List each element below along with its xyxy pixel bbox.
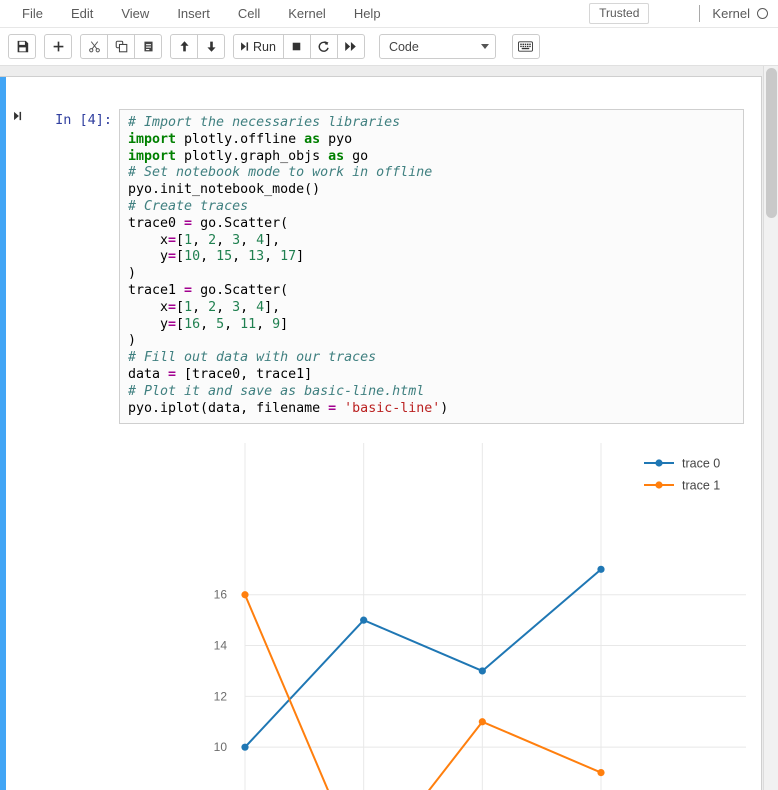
copy-cells-button[interactable]: [107, 34, 135, 59]
menu-bar: File Edit View Insert Cell Kernel Help T…: [0, 0, 778, 28]
legend-label-1: trace 1: [682, 479, 720, 493]
cell-prompt-row: In [4]: # Import the necessaries librari…: [6, 77, 761, 425]
menu-insert[interactable]: Insert: [163, 1, 224, 27]
restart-and-run-all-button[interactable]: [336, 34, 365, 59]
series-line-1: [244, 593, 602, 790]
insert-cell-below-button[interactable]: [44, 34, 72, 59]
menu-help[interactable]: Help: [340, 1, 395, 27]
kernel-idle-circle-icon[interactable]: [757, 8, 768, 19]
toolbar-group-move: [170, 34, 225, 59]
series-marker: [597, 565, 605, 573]
cell-input-prompt: In [4]:: [55, 112, 112, 128]
run-button-label: Run: [253, 39, 276, 54]
menu-kernel[interactable]: Kernel: [274, 1, 340, 27]
menu-cell[interactable]: Cell: [224, 1, 274, 27]
move-cell-down-button[interactable]: [197, 34, 225, 59]
plot-y-tick-labels: 161412108: [214, 588, 228, 754]
run-cell-button[interactable]: Run: [233, 34, 284, 59]
chevron-down-icon: [480, 44, 489, 49]
vertical-scrollbar[interactable]: [763, 66, 778, 790]
series-marker: [478, 718, 486, 726]
toolbar-group-run: Run: [233, 34, 365, 59]
keyboard-icon: [518, 41, 534, 52]
paste-cells-button[interactable]: [134, 34, 162, 59]
move-cell-up-button[interactable]: [170, 34, 198, 59]
series-marker: [241, 591, 249, 599]
restart-kernel-button[interactable]: [309, 34, 338, 59]
series-marker: [597, 768, 605, 777]
notebook-scroll-area: In [4]: # Import the necessaries librari…: [0, 66, 778, 790]
fast-forward-icon: [345, 42, 357, 51]
stop-icon: [293, 42, 301, 51]
series-marker: [360, 616, 368, 624]
cell-type-value: Code: [388, 39, 419, 54]
legend-label-0: trace 0: [682, 457, 720, 471]
plot-gridlines: [244, 443, 746, 790]
run-cell-icon[interactable]: [12, 109, 34, 424]
interrupt-kernel-button[interactable]: [282, 34, 311, 59]
legend-marker-0: [655, 459, 663, 467]
menubar-divider: [699, 5, 701, 22]
y-axis-tick-label: 10: [214, 740, 228, 754]
y-axis-tick-label: 12: [214, 689, 228, 703]
legend-marker-1: [655, 481, 663, 489]
trusted-badge[interactable]: Trusted: [589, 3, 650, 24]
y-axis-tick-label: 14: [214, 639, 228, 653]
plot-canvas: 161412108 trace 0trace 1: [214, 443, 746, 790]
menu-edit[interactable]: Edit: [57, 1, 107, 27]
plot-series-layer: [241, 565, 605, 790]
menu-view[interactable]: View: [107, 1, 163, 27]
save-button[interactable]: [8, 34, 36, 59]
y-axis-tick-label: 16: [214, 588, 228, 602]
cell-type-select[interactable]: Code: [378, 34, 496, 59]
menu-file[interactable]: File: [8, 1, 57, 27]
plot-legend[interactable]: trace 0 trace 1: [644, 457, 720, 493]
code-cell[interactable]: In [4]: # Import the necessaries librari…: [6, 77, 761, 425]
cut-cells-button[interactable]: [80, 34, 108, 59]
toolbar-group-save: [8, 34, 36, 59]
menubar-right-group: Trusted Kernel: [589, 3, 778, 24]
toolbar-group-clipboard: [80, 34, 162, 59]
kernel-name-label: Kernel: [712, 6, 750, 21]
toolbar-group-insert: [44, 34, 72, 59]
restart-icon: [319, 41, 330, 52]
series-marker: [241, 743, 249, 751]
notebook-toolbar: Run Code: [0, 28, 778, 66]
vertical-scrollbar-thumb[interactable]: [766, 68, 777, 218]
series-marker: [478, 667, 486, 675]
code-source: # Import the necessaries libraries impor…: [128, 115, 449, 416]
toolbar-group-palette: [511, 34, 540, 59]
notebook-page: In [4]: # Import the necessaries librari…: [0, 76, 762, 790]
command-palette-button[interactable]: [511, 34, 540, 59]
plotly-figure[interactable]: 161412108 trace 0trace 1: [6, 437, 761, 790]
code-editor[interactable]: # Import the necessaries libraries impor…: [119, 109, 744, 425]
cell-output-area: 161412108 trace 0trace 1: [6, 437, 761, 790]
run-icon: [241, 42, 249, 51]
